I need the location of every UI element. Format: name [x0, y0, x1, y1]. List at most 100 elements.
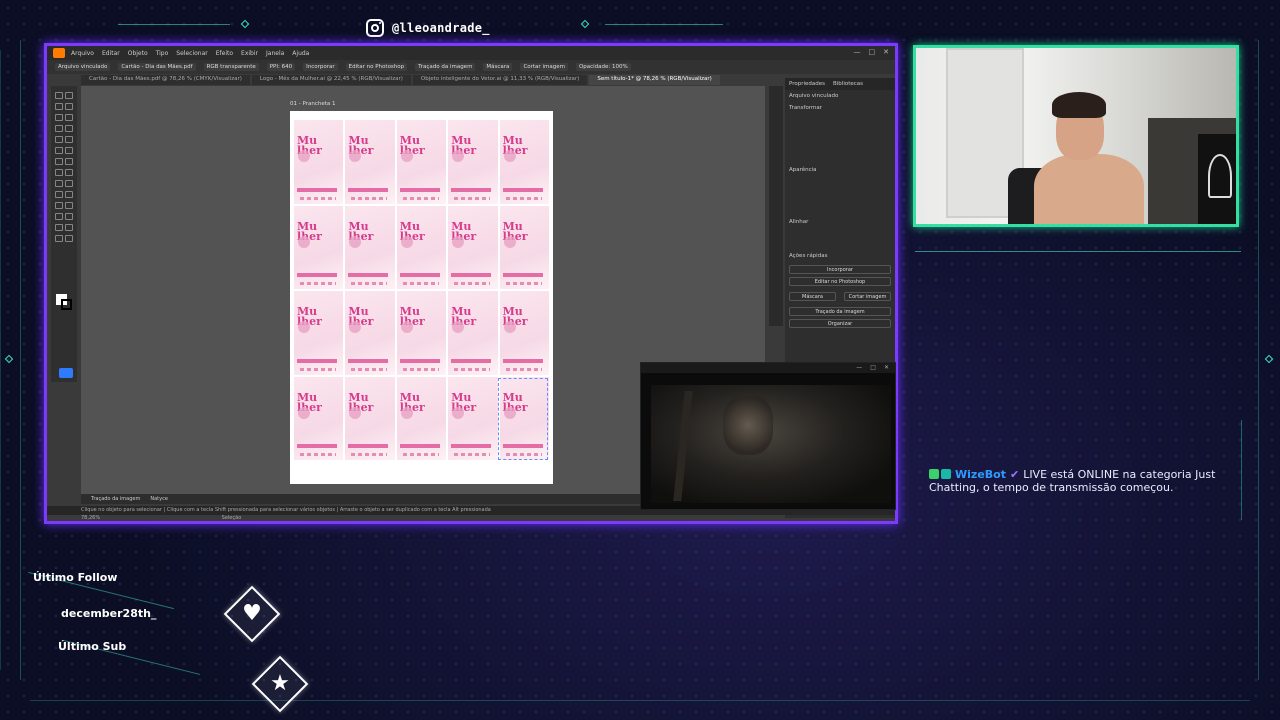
card-tile[interactable]: Mu lher — [294, 205, 344, 289]
type-tool-icon[interactable] — [55, 125, 63, 132]
card-tile[interactable]: Mu lher — [499, 291, 549, 375]
video-frame[interactable] — [651, 385, 891, 503]
pencil-tool-icon[interactable] — [55, 147, 63, 154]
embed-button[interactable]: Incorporar — [303, 63, 338, 71]
selection-bounding-box[interactable] — [498, 378, 548, 460]
zoom-tool-icon[interactable] — [65, 235, 73, 242]
flower-icon — [349, 150, 362, 162]
perspective-tool-icon[interactable] — [65, 180, 73, 187]
artboard-tool-icon[interactable] — [55, 224, 63, 231]
tab-logo[interactable]: Logo - Mês da Mulher.ai @ 22,45 % (RGB/V… — [251, 75, 411, 85]
card-tile[interactable]: Mu lher — [448, 205, 498, 289]
eyedropper-tool-icon[interactable] — [55, 202, 63, 209]
hand-tool-icon[interactable] — [55, 235, 63, 242]
card-tile[interactable]: Mu lher — [448, 376, 498, 460]
card-tile[interactable]: Mu lher — [499, 205, 549, 289]
tab-objeto[interactable]: Objeto inteligente do Vetor.ai @ 11,33 %… — [412, 75, 588, 85]
menu-efeito[interactable]: Efeito — [216, 50, 233, 57]
curvature-tool-icon[interactable] — [65, 114, 73, 121]
card-tile[interactable]: Mu lher — [448, 291, 498, 375]
mask-quick-button[interactable]: Máscara — [789, 292, 836, 301]
mask-button[interactable]: Máscara — [483, 63, 513, 71]
shape-builder-tool-icon[interactable] — [55, 180, 63, 187]
chat-username[interactable]: WizeBot — [955, 468, 1006, 481]
video-close-icon[interactable]: ✕ — [884, 363, 889, 373]
card-tile[interactable]: Mu lher — [345, 291, 395, 375]
last-follow-name: december28th_ — [61, 607, 157, 620]
blend-tool-icon[interactable] — [65, 202, 73, 209]
crop-quick-button[interactable]: Cortar imagem — [844, 292, 891, 301]
control-linked-file[interactable]: Arquivo vinculado — [55, 63, 111, 71]
illustrator-menubar: Arquivo Editar Objeto Tipo Selecionar Ef… — [47, 46, 895, 60]
menu-exibir[interactable]: Exibir — [241, 50, 258, 57]
menu-editar[interactable]: Editar — [102, 50, 120, 57]
width-tool-icon[interactable] — [55, 169, 63, 176]
menu-arquivo[interactable]: Arquivo — [71, 50, 94, 57]
card-tile[interactable]: Mu lher — [396, 120, 447, 204]
lasso-tool-icon[interactable] — [65, 103, 73, 110]
pen-tool-icon[interactable] — [55, 114, 63, 121]
menu-objeto[interactable]: Objeto — [128, 50, 148, 57]
card-tile[interactable]: Mu lher — [499, 120, 549, 204]
menu-selecionar[interactable]: Selecionar — [176, 50, 207, 57]
video-maximize-icon[interactable]: □ — [870, 363, 876, 373]
artboard[interactable]: Mu lher Mu lher Mu lher Mu lher Mu lher Mu lh… — [290, 111, 553, 484]
eraser-tool-icon[interactable] — [65, 147, 73, 154]
card-dots — [505, 367, 542, 371]
control-filename[interactable]: Cartão - Dia das Mães.pdf — [118, 63, 196, 71]
selection-tool-icon[interactable] — [55, 92, 63, 99]
menu-janela[interactable]: Janela — [266, 50, 284, 57]
card-tile[interactable]: Mu lher — [345, 376, 395, 460]
crop-image-button[interactable]: Cortar imagem — [520, 63, 568, 71]
brush-tool-icon[interactable] — [65, 136, 73, 143]
mesh-tool-icon[interactable] — [55, 191, 63, 198]
card-dots — [351, 453, 388, 456]
tab-cartao[interactable]: Cartão - Dia das Mães.pdf @ 78,26 % (CMY… — [81, 75, 250, 85]
direct-selection-tool-icon[interactable] — [65, 92, 73, 99]
close-icon[interactable]: ✕ — [883, 48, 889, 56]
stroke-swatch[interactable] — [61, 299, 72, 310]
magic-wand-tool-icon[interactable] — [55, 103, 63, 110]
gradient-tool-icon[interactable] — [65, 191, 73, 198]
free-transform-tool-icon[interactable] — [65, 169, 73, 176]
card-tile[interactable]: Mu lher — [294, 376, 344, 460]
slice-tool-icon[interactable] — [65, 224, 73, 231]
line-tool-icon[interactable] — [65, 125, 73, 132]
card-tile[interactable]: Mu lher — [396, 376, 447, 460]
opacity-field[interactable]: Opacidade: 100% — [575, 63, 631, 71]
edit-photoshop-button[interactable]: Editar no Photoshop — [345, 63, 408, 71]
scale-tool-icon[interactable] — [65, 158, 73, 165]
rotate-tool-icon[interactable] — [55, 158, 63, 165]
card-tile[interactable]: Mu lher — [396, 291, 447, 375]
image-trace-quick-button[interactable]: Traçado da imagem — [789, 307, 891, 316]
card-tile[interactable]: Mu lher — [396, 205, 447, 289]
card-band — [399, 273, 440, 277]
moderator-badge-icon — [929, 469, 939, 479]
menu-ajuda[interactable]: Ajuda — [292, 50, 309, 57]
tab-sem-titulo[interactable]: Sem título-1* @ 78,26 % (RGB/Visualizar) — [589, 75, 720, 85]
card-tile[interactable]: Mu lher — [294, 120, 344, 204]
image-trace-task-button[interactable]: Traçado da imagem — [91, 496, 140, 502]
menu-tipo[interactable]: Tipo — [156, 50, 169, 57]
card-tile[interactable]: Mu lher — [345, 205, 395, 289]
embed-quick-button[interactable]: Incorporar — [789, 265, 891, 274]
card-tile[interactable]: Mu lher — [448, 120, 498, 204]
card-tile[interactable]: Mu lher — [294, 291, 344, 375]
edit-photoshop-quick-button[interactable]: Editar no Photoshop — [789, 277, 891, 286]
minimize-icon[interactable]: — — [854, 48, 861, 56]
card-band — [502, 273, 543, 277]
image-trace-button[interactable]: Traçado da imagem — [415, 63, 476, 71]
tab-propriedades[interactable]: Propriedades — [789, 81, 825, 87]
symbol-sprayer-tool-icon[interactable] — [55, 213, 63, 220]
tab-bibliotecas[interactable]: Bibliotecas — [833, 81, 863, 87]
zoom-level[interactable]: 78,26% Seleção — [81, 515, 241, 521]
control-colormode: RGB transparente — [203, 63, 259, 71]
graph-tool-icon[interactable] — [65, 213, 73, 220]
video-minimize-icon[interactable]: — — [856, 363, 862, 373]
arrange-quick-button[interactable]: Organizar — [789, 319, 891, 328]
edit-toolbar-icon[interactable] — [59, 368, 73, 378]
rectangle-tool-icon[interactable] — [55, 136, 63, 143]
preset-task-button[interactable]: Natyce — [150, 496, 168, 502]
maximize-icon[interactable]: □ — [869, 48, 876, 56]
card-tile[interactable]: Mu lher — [345, 120, 395, 204]
